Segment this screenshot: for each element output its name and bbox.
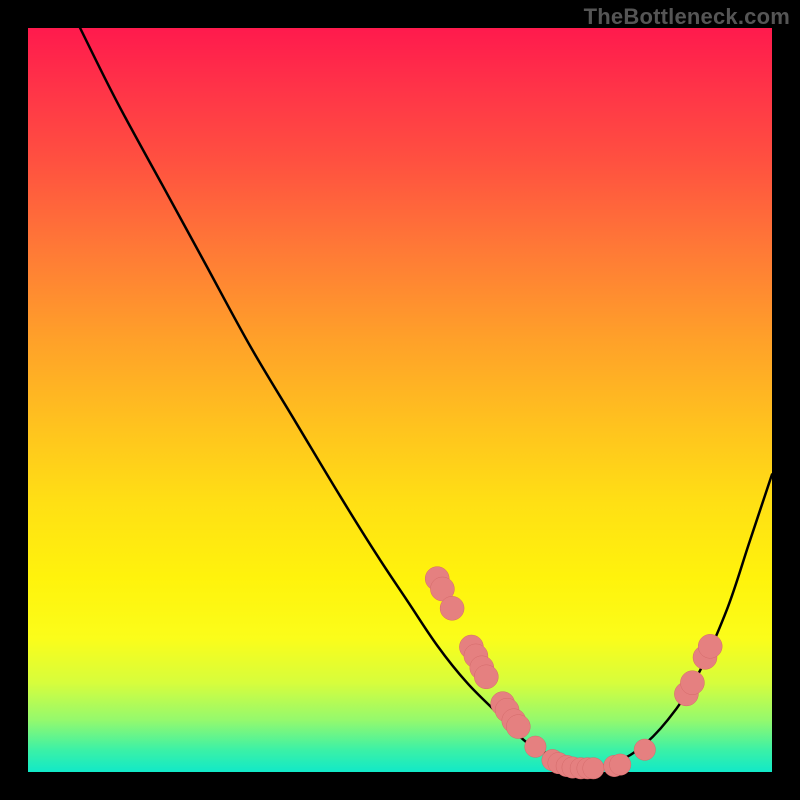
watermark-text: TheBottleneck.com [584, 4, 790, 30]
curve-marker [506, 715, 530, 739]
chart-svg-overlay [28, 28, 772, 772]
chart-plot-area [28, 28, 772, 772]
curve-marker [610, 754, 631, 775]
curve-marker [525, 736, 546, 757]
curve-markers [425, 567, 722, 779]
curve-marker [680, 671, 704, 695]
curve-marker [583, 758, 604, 779]
curve-marker [440, 596, 464, 620]
bottleneck-curve [80, 28, 772, 766]
curve-marker [474, 665, 498, 689]
curve-marker [634, 739, 655, 760]
curve-marker [698, 634, 722, 658]
